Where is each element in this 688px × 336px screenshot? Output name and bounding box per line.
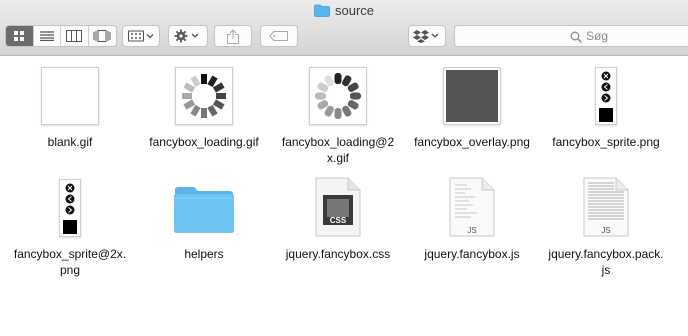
cover-flow-button[interactable] xyxy=(89,26,116,46)
loading-2x-gif-thumbnail xyxy=(309,67,367,125)
sprite-2x-png-thumbnail xyxy=(59,179,81,237)
tags-button[interactable] xyxy=(260,25,298,47)
dropbox-button[interactable] xyxy=(408,25,446,47)
icon-view-icon xyxy=(14,31,25,41)
file-name: fancybox_sprite.png xyxy=(552,135,660,149)
arrange-button[interactable] xyxy=(122,25,160,47)
sprite-icon xyxy=(599,71,613,122)
share-button[interactable] xyxy=(214,25,252,47)
file-name: helpers xyxy=(184,247,224,261)
arrange-icon xyxy=(128,30,154,42)
spinner-icon xyxy=(315,73,361,119)
window-title-text: source xyxy=(334,3,375,18)
file-type-badge: JS xyxy=(601,226,611,235)
file-name: jquery.fancybox.js xyxy=(424,247,520,261)
column-view-icon xyxy=(66,30,83,42)
file-type-badge: JS xyxy=(467,226,477,235)
gear-icon xyxy=(174,29,199,43)
blank-gif-thumbnail xyxy=(41,67,99,125)
sprite-png-thumbnail xyxy=(595,67,617,125)
folder-icon xyxy=(173,184,235,234)
title-bar: source xyxy=(0,0,688,22)
column-view-button[interactable] xyxy=(61,26,89,46)
list-view-button[interactable] xyxy=(34,26,61,46)
folder-icon xyxy=(314,4,330,20)
dropbox-icon xyxy=(413,30,439,43)
file-name: fancybox_overlay.png xyxy=(414,135,530,149)
file-name: blank.gif xyxy=(47,135,93,149)
file-type-badge: CSS xyxy=(329,216,347,225)
share-icon xyxy=(227,28,239,44)
search-field[interactable]: Søg xyxy=(454,25,688,47)
file-name: jquery.fancybox.pack.js xyxy=(548,247,664,277)
search-icon xyxy=(570,30,582,48)
list-view-icon xyxy=(39,31,54,41)
sprite-icon xyxy=(63,183,77,234)
file-name: jquery.fancybox.css xyxy=(285,247,391,261)
action-button[interactable] xyxy=(168,25,208,47)
spinner-icon xyxy=(182,74,226,118)
icon-view-button[interactable] xyxy=(6,26,34,46)
view-switcher xyxy=(5,25,117,47)
file-name: fancybox_sprite@2x.png xyxy=(13,247,127,277)
loading-gif-thumbnail xyxy=(175,67,233,125)
overlay-png-thumbnail xyxy=(443,67,501,125)
toolbar: Søg xyxy=(0,22,688,56)
tag-icon xyxy=(269,31,288,41)
file-name: fancybox_loading.gif xyxy=(149,135,259,149)
window-title: source xyxy=(0,3,688,20)
search-placeholder: Søg xyxy=(586,29,609,43)
cover-flow-icon xyxy=(93,30,111,42)
overlay-swatch xyxy=(446,70,498,122)
file-name: fancybox_loading@2x.gif xyxy=(281,135,395,165)
